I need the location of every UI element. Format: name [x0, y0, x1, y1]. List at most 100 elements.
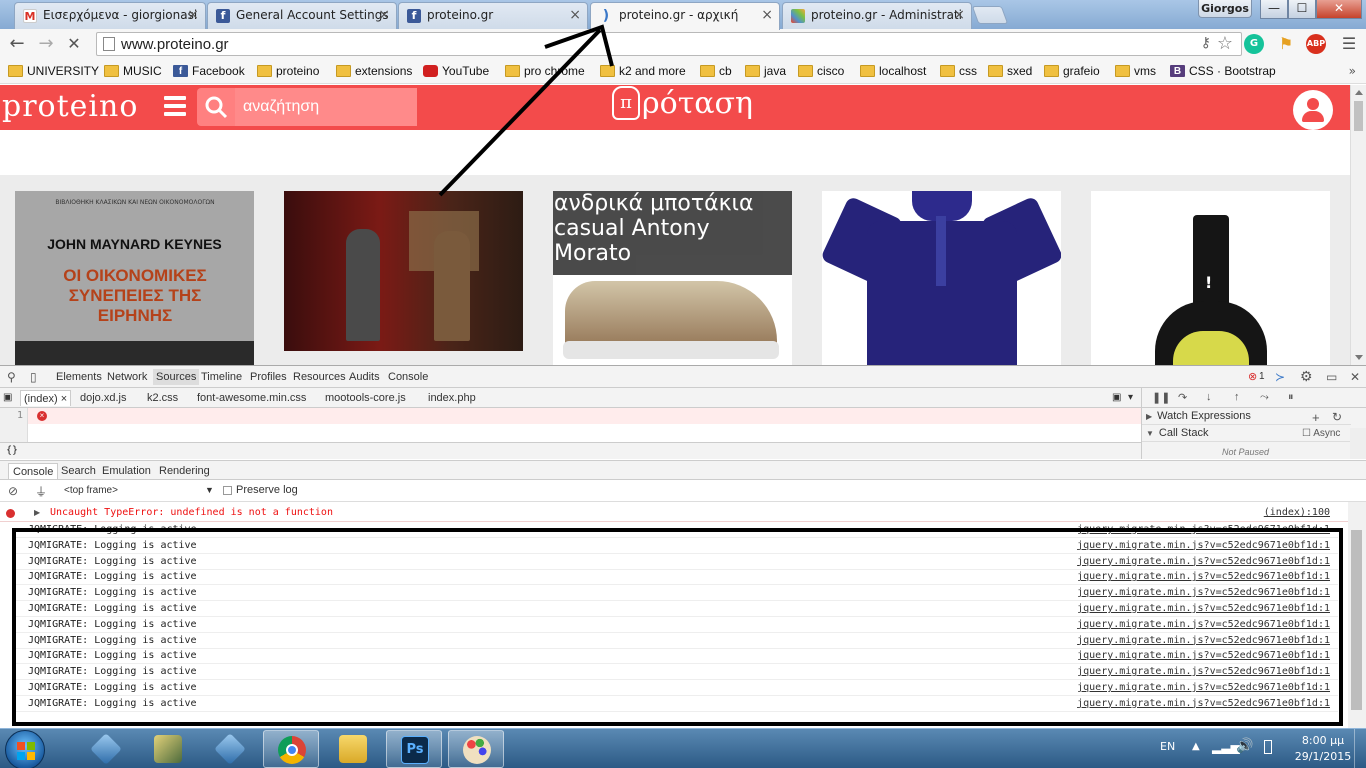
console-log-row[interactable]: JQMIGRATE: Logging is active jquery.migra… [12, 680, 1338, 696]
paint-icon[interactable] [448, 730, 504, 768]
pause-on-exceptions-icon[interactable]: ⏸ [1288, 391, 1294, 404]
frame-selector[interactable]: <top frame> [64, 485, 118, 496]
hamburger-menu-icon[interactable] [164, 96, 186, 118]
close-tab-icon[interactable]: × [953, 3, 965, 28]
bookmark-css[interactable]: css [940, 62, 977, 80]
settings-gear-icon[interactable]: ⚙ [1300, 368, 1313, 385]
console-log-row[interactable]: JQMIGRATE: Logging is active jquery.migra… [12, 648, 1338, 665]
file-tab-index[interactable]: (index) × [20, 390, 72, 406]
deactivate-breakpoints-icon[interactable]: ⤳ [1260, 391, 1269, 404]
adblock-plus-icon[interactable]: ABP [1306, 34, 1326, 54]
stop-loading-button[interactable]: ✕ [63, 33, 85, 55]
console-log-row[interactable]: JQMIGRATE: Logging is active jquery.migra… [12, 664, 1338, 681]
bookmark-java[interactable]: java [745, 62, 786, 80]
site-logo[interactable]: proteino [2, 89, 138, 124]
console-log-row[interactable]: JQMIGRATE: Logging is active jquery.migra… [12, 569, 1338, 586]
photoshop-icon[interactable]: Ps [386, 730, 442, 768]
inspect-icon[interactable]: ⚲ [7, 370, 16, 384]
log-source-link[interactable]: jquery.migrate.min.js?v=c52edc9671e0bf1d… [1077, 571, 1330, 582]
pause-icon[interactable]: ❚❚ [1152, 391, 1170, 404]
chrome-menu-icon[interactable]: ☰ [1338, 33, 1360, 55]
start-orb[interactable] [5, 730, 45, 768]
console-drawer-icon[interactable]: ≻ [1275, 370, 1285, 384]
scroll-up-arrow[interactable] [1355, 90, 1363, 95]
console-scrollbar[interactable] [1348, 502, 1366, 729]
file-tab-font-awesome[interactable]: font-awesome.min.css [197, 390, 306, 406]
file-explorer-icon[interactable] [325, 730, 381, 768]
tab-administration[interactable]: proteino.gr - Administrati × [782, 2, 972, 29]
drawer-tab-rendering[interactable]: Rendering [159, 463, 210, 479]
bookmark-university[interactable]: UNIVERSITY [8, 62, 99, 80]
log-source-link[interactable]: jquery.migrate.min.js?v=c52edc9671e0bf1d… [1077, 650, 1330, 661]
log-source-link[interactable]: jquery.migrate.min.js?v=c52edc9671e0bf1d… [1077, 635, 1330, 646]
product-card-shoes[interactable]: ανδρικά μποτάκια casual Antony Morato [553, 191, 792, 365]
preserve-log-checkbox[interactable] [223, 486, 232, 495]
show-desktop-button[interactable] [1354, 729, 1366, 768]
bookmark-sxed[interactable]: sxed [988, 62, 1032, 80]
clock-time[interactable]: 8:00 μμ [1298, 734, 1348, 747]
console-log-row[interactable]: JQMIGRATE: Logging is active jquery.migra… [12, 585, 1338, 602]
product-card-polo[interactable] [822, 191, 1061, 365]
log-source-link[interactable]: jquery.migrate.min.js?v=c52edc9671e0bf1d… [1077, 603, 1330, 614]
tab-console[interactable]: Console [388, 369, 428, 385]
close-tab-icon[interactable]: × [187, 3, 199, 28]
back-button[interactable]: ← [6, 33, 28, 55]
pretty-print-button[interactable]: {} [6, 445, 18, 456]
bookmark-k2-and-more[interactable]: k2 and more [600, 62, 686, 80]
tab-sources[interactable]: Sources [153, 369, 200, 385]
profile-badge[interactable]: Giorgos [1198, 0, 1252, 18]
log-source-link[interactable]: jquery.migrate.min.js?v=c52edc9671e0bf1d… [1077, 556, 1330, 567]
bookmark-music[interactable]: MUSIC [104, 62, 162, 80]
console-log-row[interactable]: JQMIGRATE: Logging is active jquery.migra… [12, 617, 1338, 633]
console-log-row[interactable]: JQMIGRATE: Logging is active jquery.migra… [12, 633, 1338, 649]
user-account-icon[interactable] [1293, 90, 1333, 130]
volume-icon[interactable]: 🔊 [1236, 738, 1253, 754]
bookmark-grafeio[interactable]: grafeio [1044, 62, 1100, 80]
show-hidden-icons-icon[interactable]: ▲ [1192, 741, 1200, 752]
log-source-link[interactable]: jquery.migrate.min.js?v=c52edc9671e0bf1d… [1077, 698, 1330, 709]
console-error-row[interactable]: ▶ Uncaught TypeError: undefined is not a… [0, 504, 1348, 522]
error-source-link[interactable]: (index):100 [1264, 507, 1330, 518]
language-indicator[interactable]: EN [1160, 740, 1175, 753]
bookmark-star-icon[interactable]: ☆ [1217, 33, 1233, 54]
async-checkbox[interactable]: ☐ Async [1302, 428, 1340, 439]
chrome-icon[interactable] [263, 730, 319, 768]
close-tab-icon[interactable]: × [378, 3, 390, 28]
drawer-tab-search[interactable]: Search [61, 463, 96, 479]
log-source-link[interactable]: jquery.migrate.min.js?v=c52edc9671e0bf1d… [1077, 666, 1330, 677]
clear-console-icon[interactable]: ⊘ [8, 484, 18, 498]
frame-dropdown-icon[interactable]: ▼ [205, 485, 214, 495]
tab-proteino[interactable]: f proteino.gr × [398, 2, 588, 29]
debugger-toggle-icon[interactable]: ▣ [1112, 390, 1121, 406]
bookmark-flag-icon[interactable]: ⚑ [1276, 34, 1296, 54]
forward-button[interactable]: → [35, 33, 57, 55]
scroll-thumb[interactable] [1351, 530, 1362, 710]
sketchup-icon[interactable] [140, 730, 196, 768]
tab-network[interactable]: Network [107, 369, 147, 385]
tab-elements[interactable]: Elements [56, 369, 102, 385]
bookmark-css-bootstrap[interactable]: B CSS · Bootstrap [1170, 62, 1276, 80]
bookmark-cisco[interactable]: cisco [798, 62, 844, 80]
console-log-row[interactable]: JQMIGRATE: Logging is active jquery.migra… [12, 696, 1338, 712]
scroll-down-arrow[interactable] [1355, 355, 1363, 360]
virtualbox-icon[interactable] [202, 730, 258, 768]
device-mode-icon[interactable]: ▯ [30, 370, 37, 384]
maximize-button[interactable]: ☐ [1288, 0, 1316, 19]
console-log-row[interactable]: JQMIGRATE: Logging is active jquery.migra… [12, 522, 1338, 538]
dock-side-icon[interactable]: ▭ [1326, 370, 1337, 384]
bookmark-proteino[interactable]: proteino [257, 62, 319, 80]
close-file-icon[interactable]: × [61, 393, 67, 405]
new-tab-button[interactable] [971, 6, 1009, 24]
step-into-icon[interactable]: ↓ [1206, 391, 1212, 403]
watch-expressions-section[interactable]: ▶ Watch Expressions [1142, 408, 1351, 425]
bookmark-pro-chrome[interactable]: pro chrome [505, 62, 585, 80]
error-count[interactable]: 1 [1259, 369, 1265, 385]
log-source-link[interactable]: jquery.migrate.min.js?v=c52edc9671e0bf1d… [1077, 540, 1330, 551]
log-source-link[interactable]: jquery.migrate.min.js?v=c52edc9671e0bf1d… [1077, 682, 1330, 693]
tab-resources[interactable]: Resources [293, 369, 346, 385]
file-tab-dojo[interactable]: dojo.xd.js [80, 390, 126, 406]
close-devtools-icon[interactable]: ✕ [1350, 370, 1360, 384]
close-tab-icon[interactable]: × [569, 3, 581, 28]
bookmark-youtube[interactable]: YouTube [423, 62, 489, 80]
log-source-link[interactable]: jquery.migrate.min.js?v=c52edc9671e0bf1d… [1077, 619, 1330, 630]
